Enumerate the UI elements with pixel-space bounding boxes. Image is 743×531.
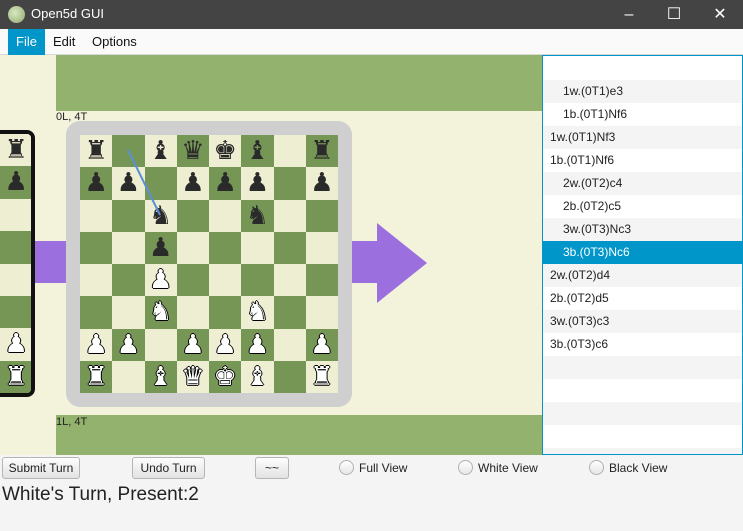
- move-list-item[interactable]: 2w.(0T2)c4: [543, 172, 742, 195]
- timeline-label-bottom: 1L, 4T: [56, 416, 88, 428]
- black-view-label: Black View: [609, 461, 668, 475]
- black-rook-piece[interactable]: ♜: [0, 134, 31, 166]
- previous-board[interactable]: ♜ ♟ ♟ ♜: [0, 130, 35, 397]
- time-arrow-left: [35, 241, 66, 283]
- move-list-empty-row: [543, 448, 742, 454]
- full-view-label: Full View: [359, 461, 408, 475]
- move-list-item[interactable]: 3w.(0T3)Nc3: [543, 218, 742, 241]
- move-list-empty-row: [543, 356, 742, 379]
- black-view-radio[interactable]: [589, 460, 604, 475]
- white-view-radio[interactable]: [458, 460, 473, 475]
- app-window: Open5d GUI – ☐ ✕ File Edit Options 0L, 4…: [0, 0, 743, 531]
- white-pawn-piece[interactable]: ♟: [0, 328, 31, 360]
- title-bar: Open5d GUI – ☐ ✕: [0, 0, 743, 29]
- move-list-item-selected[interactable]: 3b.(0T3)Nc6: [543, 241, 742, 264]
- present-board[interactable]: ♜ ♝ ♛ ♚ ♝ ♜ ♟ ♟ ♟ ♟ ♟ ♟ ♞ ♞ ♟ ♟ ♞ ♞ ♟ ♟ ♟ ♟ ♟ ♟ ♜ ♝ ♛ ♚ ♝ ♜: [80, 135, 338, 393]
- board-square[interactable]: [0, 231, 31, 264]
- menu-edit[interactable]: Edit: [45, 29, 83, 55]
- maximize-button[interactable]: ☐: [651, 0, 697, 29]
- menu-file[interactable]: File: [8, 29, 45, 55]
- menu-bar: File Edit Options: [0, 29, 743, 55]
- status-text: White's Turn, Present:2: [2, 484, 199, 505]
- full-view-radio[interactable]: [339, 460, 354, 475]
- board-square[interactable]: [0, 198, 31, 232]
- minimize-button[interactable]: –: [606, 0, 652, 29]
- move-list-item[interactable]: 3b.(0T3)c6: [543, 333, 742, 356]
- timeline-band-top: [56, 55, 542, 111]
- move-list-empty-row: [543, 402, 742, 425]
- move-list[interactable]: 1w.(0T1)e3 1b.(0T1)Nf6 1w.(0T1)Nf3 1b.(0T1)…: [542, 55, 743, 455]
- next-turn-arrow-icon: [377, 223, 427, 303]
- submit-turn-button[interactable]: Submit Turn: [2, 457, 80, 479]
- move-list-item[interactable]: 1w.(0T1)e3: [543, 80, 742, 103]
- app-icon: [8, 6, 25, 23]
- last-move-line: [127, 149, 161, 216]
- menu-options[interactable]: Options: [84, 29, 145, 55]
- swap-button[interactable]: ~~: [255, 457, 289, 479]
- time-arrow-right: [352, 241, 378, 283]
- multiverse-board-area[interactable]: 0L, 4T 1L, 4T ♜ ♟ ♟ ♜ ♜ ♝ ♛ ♚ ♝ ♜ ♟ ♟ ♟ ♟ ♟ ♟ ♞ ♞ ♟ ♟ ♞ ♞ ♟ ♟ ♟…: [0, 55, 542, 455]
- move-list-item[interactable]: 1w.(0T1)Nf3: [543, 126, 742, 149]
- close-button[interactable]: ✕: [697, 0, 743, 29]
- black-pawn-piece[interactable]: ♟: [0, 166, 31, 198]
- move-list-item[interactable]: [543, 57, 742, 80]
- move-list-item[interactable]: 1b.(0T1)Nf6: [543, 149, 742, 172]
- timeline-band-bottom: [56, 415, 542, 455]
- move-list-item[interactable]: 3w.(0T3)c3: [543, 310, 742, 333]
- board-square[interactable]: [0, 296, 31, 329]
- white-rook-piece[interactable]: ♜: [0, 361, 31, 393]
- undo-turn-button[interactable]: Undo Turn: [132, 457, 205, 479]
- window-title: Open5d GUI: [31, 6, 104, 21]
- board-square[interactable]: [0, 263, 31, 296]
- present-board-frame: ♜ ♝ ♛ ♚ ♝ ♜ ♟ ♟ ♟ ♟ ♟ ♟ ♞ ♞ ♟ ♟ ♞ ♞ ♟ ♟ ♟ ♟ ♟ ♟ ♜ ♝ ♛ ♚ ♝ ♜: [66, 121, 352, 407]
- move-list-item[interactable]: 2b.(0T2)d5: [543, 287, 742, 310]
- move-list-item[interactable]: 2w.(0T2)d4: [543, 264, 742, 287]
- move-list-empty-row: [543, 425, 742, 448]
- move-list-item[interactable]: 1b.(0T1)Nf6: [543, 103, 742, 126]
- white-view-label: White View: [478, 461, 538, 475]
- move-list-item[interactable]: 2b.(0T2)c5: [543, 195, 742, 218]
- move-list-empty-row: [543, 379, 742, 402]
